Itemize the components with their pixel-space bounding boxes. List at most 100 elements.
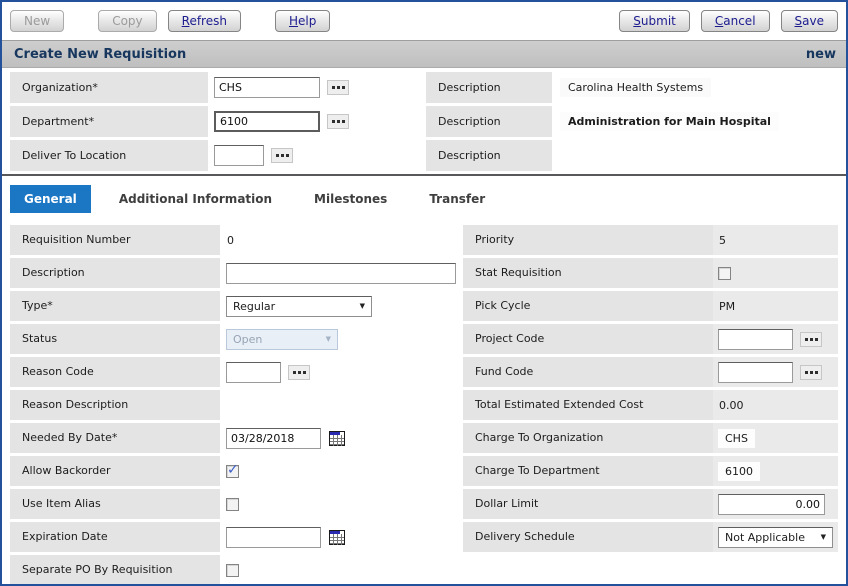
toolbar-right-group: Submit Cancel Save	[619, 10, 838, 32]
requisition-number-label: Requisition Number	[10, 225, 220, 255]
department-input[interactable]	[214, 111, 320, 132]
organization-description-value: Carolina Health Systems	[560, 78, 711, 97]
expiration-date-calendar-button[interactable]	[329, 530, 345, 545]
dollar-limit-input[interactable]	[718, 494, 825, 515]
tab-bar: General Additional Information Milestone…	[10, 185, 846, 213]
use-item-alias-checkbox[interactable]: ✓	[226, 498, 239, 511]
expiration-date-label: Expiration Date	[10, 522, 220, 552]
expiration-date-input[interactable]	[226, 527, 321, 548]
ellipsis-icon	[332, 120, 345, 123]
type-select[interactable]: Regular ▼	[226, 296, 372, 317]
pick-cycle-value: PM	[718, 300, 735, 313]
row-project-code: Project Code	[463, 324, 838, 354]
row-department: Department* Description Administration f…	[10, 106, 838, 137]
allow-backorder-checkbox[interactable]: ✓	[226, 465, 239, 478]
ellipsis-icon	[293, 371, 306, 374]
department-lookup-button[interactable]	[327, 114, 349, 129]
charge-to-organization-value: CHS	[718, 429, 755, 448]
row-type: Type* Regular ▼	[10, 291, 456, 321]
tab-milestones[interactable]: Milestones	[300, 185, 401, 213]
separate-po-by-requisition-checkbox[interactable]: ✓	[226, 564, 239, 577]
department-description-label: Description	[426, 106, 552, 137]
location-description-label: Description	[426, 140, 552, 171]
separate-po-by-requisition-label: Separate PO By Requisition	[10, 555, 220, 585]
copy-button-label: Copy	[112, 14, 142, 28]
tab-general[interactable]: General	[10, 185, 91, 213]
left-column: Requisition Number 0 Description Type* R…	[10, 225, 456, 586]
new-button-label: New	[24, 14, 50, 28]
calendar-icon	[329, 431, 345, 446]
ellipsis-icon	[276, 154, 289, 157]
type-label: Type*	[10, 291, 220, 321]
charge-to-department-value: 6100	[718, 462, 760, 481]
needed-by-date-calendar-button[interactable]	[329, 431, 345, 446]
organization-input[interactable]	[214, 77, 320, 98]
new-button[interactable]: New	[10, 10, 64, 32]
reason-code-input[interactable]	[226, 362, 281, 383]
row-reason-code: Reason Code	[10, 357, 456, 387]
row-reason-description: Reason Description	[10, 390, 456, 420]
record-status-badge: new	[806, 47, 836, 62]
dropdown-arrow-icon: ▼	[360, 302, 365, 310]
dropdown-arrow-icon: ▼	[821, 533, 826, 541]
status-select-value: Open	[233, 333, 262, 346]
right-column: Priority 5 Stat Requisition ✓ Pick Cycle…	[463, 225, 838, 586]
organization-description-field: Carolina Health Systems	[552, 72, 838, 103]
organization-lookup-button[interactable]	[327, 80, 349, 95]
delivery-schedule-select[interactable]: Not Applicable ▼	[718, 527, 833, 548]
requisition-window: New Copy Refresh Help Submit Cancel Save…	[0, 0, 848, 586]
submit-button[interactable]: Submit	[619, 10, 690, 32]
row-needed-by-date: Needed By Date*	[10, 423, 456, 453]
ellipsis-icon	[332, 86, 345, 89]
stat-requisition-checkbox[interactable]: ✓	[718, 267, 731, 280]
row-dollar-limit: Dollar Limit	[463, 489, 838, 519]
cancel-button[interactable]: Cancel	[701, 10, 770, 32]
deliver-to-location-input[interactable]	[214, 145, 264, 166]
row-expiration-date: Expiration Date	[10, 522, 456, 552]
tab-transfer[interactable]: Transfer	[415, 185, 499, 213]
row-total-estimated-extended-cost: Total Estimated Extended Cost 0.00	[463, 390, 838, 420]
project-code-lookup-button[interactable]	[800, 332, 822, 347]
row-use-item-alias: Use Item Alias ✓	[10, 489, 456, 519]
priority-label: Priority	[463, 225, 713, 255]
deliver-to-location-lookup-button[interactable]	[271, 148, 293, 163]
save-button[interactable]: Save	[781, 10, 838, 32]
reason-code-lookup-button[interactable]	[288, 365, 310, 380]
row-fund-code: Fund Code	[463, 357, 838, 387]
help-button[interactable]: Help	[275, 10, 330, 32]
row-stat-requisition: Stat Requisition ✓	[463, 258, 838, 288]
reason-code-label: Reason Code	[10, 357, 220, 387]
reason-description-label: Reason Description	[10, 390, 220, 420]
ellipsis-icon	[805, 338, 818, 341]
needed-by-date-label: Needed By Date*	[10, 423, 220, 453]
deliver-to-location-label: Deliver To Location	[10, 140, 208, 171]
header-form: Organization* Description Carolina Healt…	[2, 68, 846, 171]
project-code-label: Project Code	[463, 324, 713, 354]
allow-backorder-label: Allow Backorder	[10, 456, 220, 486]
submit-button-label: Submit	[633, 14, 676, 28]
help-button-label: Help	[289, 14, 316, 28]
status-select: Open ▼	[226, 329, 338, 350]
copy-button[interactable]: Copy	[98, 10, 156, 32]
tab-additional-information[interactable]: Additional Information	[105, 185, 286, 213]
refresh-button[interactable]: Refresh	[168, 10, 241, 32]
general-tab-panel: Requisition Number 0 Description Type* R…	[2, 221, 846, 586]
pick-cycle-label: Pick Cycle	[463, 291, 713, 321]
cancel-button-label: Cancel	[715, 14, 756, 28]
dropdown-arrow-icon: ▼	[326, 335, 331, 343]
check-mark-icon: ✓	[227, 462, 239, 478]
delivery-schedule-select-value: Not Applicable	[725, 531, 805, 544]
description-input[interactable]	[226, 263, 456, 284]
toolbar-left-group: New Copy Refresh Help	[10, 10, 330, 32]
organization-description-label: Description	[426, 72, 552, 103]
charge-to-department-label: Charge To Department	[463, 456, 713, 486]
total-estimated-extended-cost-label: Total Estimated Extended Cost	[463, 390, 713, 420]
priority-value: 5	[718, 234, 726, 247]
fund-code-input[interactable]	[718, 362, 793, 383]
project-code-input[interactable]	[718, 329, 793, 350]
charge-to-organization-label: Charge To Organization	[463, 423, 713, 453]
needed-by-date-input[interactable]	[226, 428, 321, 449]
ellipsis-icon	[805, 371, 818, 374]
description-label: Description	[10, 258, 220, 288]
fund-code-lookup-button[interactable]	[800, 365, 822, 380]
